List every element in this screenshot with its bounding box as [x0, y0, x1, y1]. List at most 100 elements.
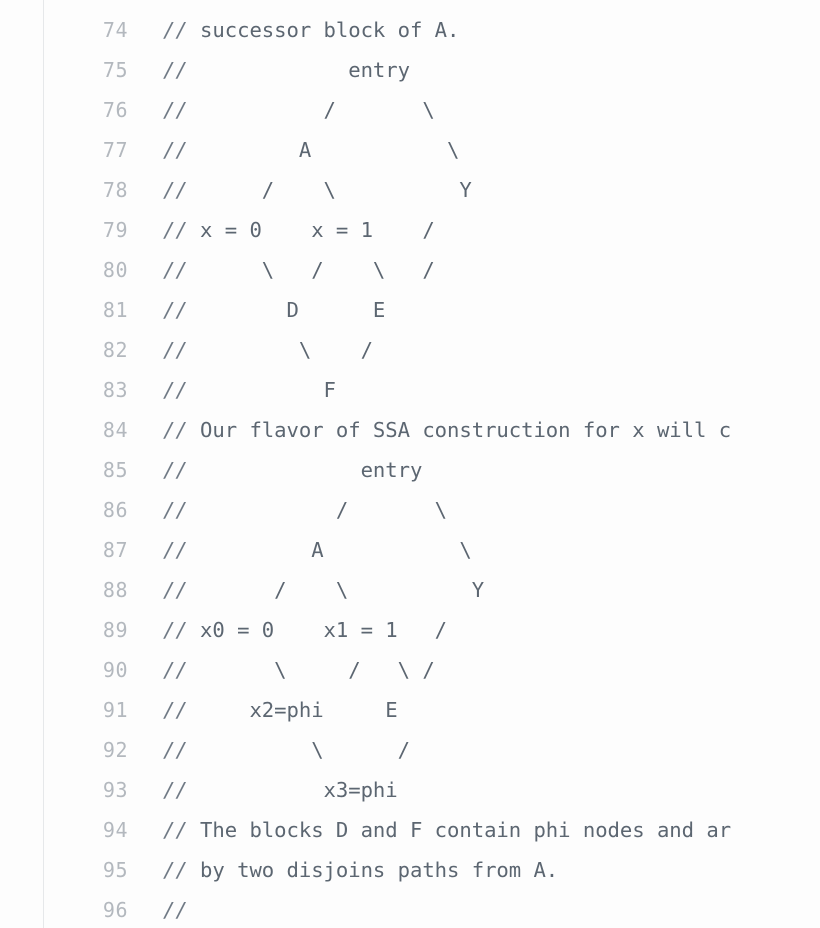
line-number: 83 — [102, 378, 128, 402]
line-number: 75 — [102, 58, 128, 82]
line-content[interactable]: // / \ — [163, 90, 435, 130]
code-line[interactable]: 96 // — [0, 890, 820, 928]
comment-body: The blocks D and F contain phi nodes and… — [187, 818, 732, 842]
line-number: 93 — [102, 778, 128, 802]
line-content[interactable]: // / \ Y — [163, 170, 472, 210]
comment-body: D E — [187, 298, 386, 322]
line-content[interactable]: // D E — [163, 290, 385, 330]
line-content[interactable]: // \ / — [163, 730, 410, 770]
line-number: 74 — [102, 18, 128, 42]
line-number: 80 — [102, 258, 128, 282]
line-content[interactable]: // — [163, 890, 188, 928]
comment-marker: // — [163, 98, 188, 122]
line-content[interactable]: // x0 = 0 x1 = 1 / — [163, 610, 447, 650]
line-content[interactable]: // \ / \ / — [163, 250, 435, 290]
line-content[interactable]: // A \ — [163, 130, 459, 170]
line-number: 88 — [102, 578, 128, 602]
code-line[interactable]: 84 // Our flavor of SSA construction for … — [0, 410, 820, 450]
code-line[interactable]: 82 // \ / — [0, 330, 820, 370]
line-number: 78 — [102, 178, 128, 202]
code-line[interactable]: 92 // \ / — [0, 730, 820, 770]
comment-marker: // — [163, 138, 188, 162]
line-content[interactable]: // \ / \ / — [163, 650, 435, 690]
code-line[interactable]: 83 // F — [0, 370, 820, 410]
line-number: 82 — [102, 338, 128, 362]
comment-marker: // — [163, 898, 188, 922]
comment-marker: // — [163, 778, 188, 802]
line-content[interactable]: // x = 0 x = 1 / — [163, 210, 435, 250]
comment-marker: // — [163, 658, 188, 682]
comment-marker: // — [163, 538, 188, 562]
line-content[interactable]: // / \ Y — [163, 570, 484, 610]
code-line[interactable]: 77 // A \ — [0, 130, 820, 170]
code-viewport[interactable]: 7374// successor block of A.75// entry76… — [0, 0, 820, 928]
comment-body: \ / — [187, 738, 410, 762]
line-content[interactable]: // Our flavor of SSA construction for x … — [163, 410, 731, 450]
comment-marker: // — [163, 618, 188, 642]
code-line[interactable]: 91 // x2=phi E — [0, 690, 820, 730]
comment-marker: // — [163, 18, 188, 42]
line-content[interactable]: // \ / — [163, 330, 373, 370]
code-line[interactable]: 78 // / \ Y — [0, 170, 820, 210]
line-content[interactable]: // A \ — [163, 530, 472, 570]
comment-body: x = 0 x = 1 / — [187, 218, 435, 242]
comment-marker: // — [163, 698, 188, 722]
comment-body: x2=phi E — [187, 698, 398, 722]
comment-body: x0 = 0 x1 = 1 / — [187, 618, 448, 642]
code-line[interactable]: 75 // entry — [0, 50, 820, 90]
code-line[interactable]: 81 // D E — [0, 290, 820, 330]
line-number: 77 — [102, 138, 128, 162]
code-line[interactable]: 86 // / \ — [0, 490, 820, 530]
comment-marker: // — [163, 58, 188, 82]
code-line[interactable]: 80 // \ / \ / — [0, 250, 820, 290]
code-line[interactable]: 76 // / \ — [0, 90, 820, 130]
code-line[interactable]: 79 // x = 0 x = 1 / — [0, 210, 820, 250]
line-content[interactable]: // by two disjoins paths from A. — [163, 850, 558, 890]
comment-body: by two disjoins paths from A. — [187, 858, 559, 882]
code-line[interactable]: 89 // x0 = 0 x1 = 1 / — [0, 610, 820, 650]
comment-marker: // — [163, 378, 188, 402]
line-content[interactable]: // x2=phi E — [163, 690, 398, 730]
comment-body: successor block of A. — [187, 18, 460, 42]
line-number: 84 — [102, 418, 128, 442]
comment-body: \ / \ / — [187, 258, 435, 282]
code-line[interactable]: 73 — [0, 0, 820, 10]
code-line[interactable]: 87 // A \ — [0, 530, 820, 570]
line-number: 86 — [102, 498, 128, 522]
line-number: 73 — [0, 0, 128, 10]
comment-marker: // — [163, 818, 188, 842]
code-editor[interactable]: 7374// successor block of A.75// entry76… — [0, 0, 820, 928]
line-content[interactable]: // F — [163, 370, 336, 410]
comment-marker: // — [163, 498, 188, 522]
line-number: 95 — [102, 858, 128, 882]
line-content[interactable]: // entry — [163, 450, 422, 490]
comment-marker: // — [163, 578, 188, 602]
line-number: 90 — [102, 658, 128, 682]
line-number: 89 — [102, 618, 128, 642]
code-line[interactable]: 93 // x3=phi — [0, 770, 820, 810]
line-content[interactable]: // / \ — [163, 490, 447, 530]
line-content[interactable]: // entry — [163, 50, 410, 90]
line-content[interactable]: // successor block of A. — [163, 10, 459, 50]
comment-marker: // — [163, 218, 188, 242]
code-line[interactable]: 90 // \ / \ / — [0, 650, 820, 690]
line-number: 85 — [102, 458, 128, 482]
comment-marker: // — [163, 258, 188, 282]
line-content[interactable]: // x3=phi — [163, 770, 398, 810]
line-number: 92 — [102, 738, 128, 762]
code-line[interactable]: 85 // entry — [0, 450, 820, 490]
comment-body: / \ Y — [187, 578, 485, 602]
line-number: 91 — [102, 698, 128, 722]
comment-body: F — [187, 378, 336, 402]
line-content[interactable]: // The blocks D and F contain phi nodes … — [163, 810, 731, 850]
code-line[interactable]: 94 // The blocks D and F contain phi node… — [0, 810, 820, 850]
line-number: 79 — [102, 218, 128, 242]
comment-marker: // — [163, 178, 188, 202]
code-line[interactable]: 95 // by two disjoins paths from A. — [0, 850, 820, 890]
comment-body: A \ — [187, 138, 460, 162]
line-number: 81 — [102, 298, 128, 322]
code-line[interactable]: 74 // successor block of A. — [0, 10, 820, 50]
code-line[interactable]: 88 // / \ Y — [0, 570, 820, 610]
comment-body: entry — [187, 58, 410, 82]
comment-body: A \ — [187, 538, 472, 562]
